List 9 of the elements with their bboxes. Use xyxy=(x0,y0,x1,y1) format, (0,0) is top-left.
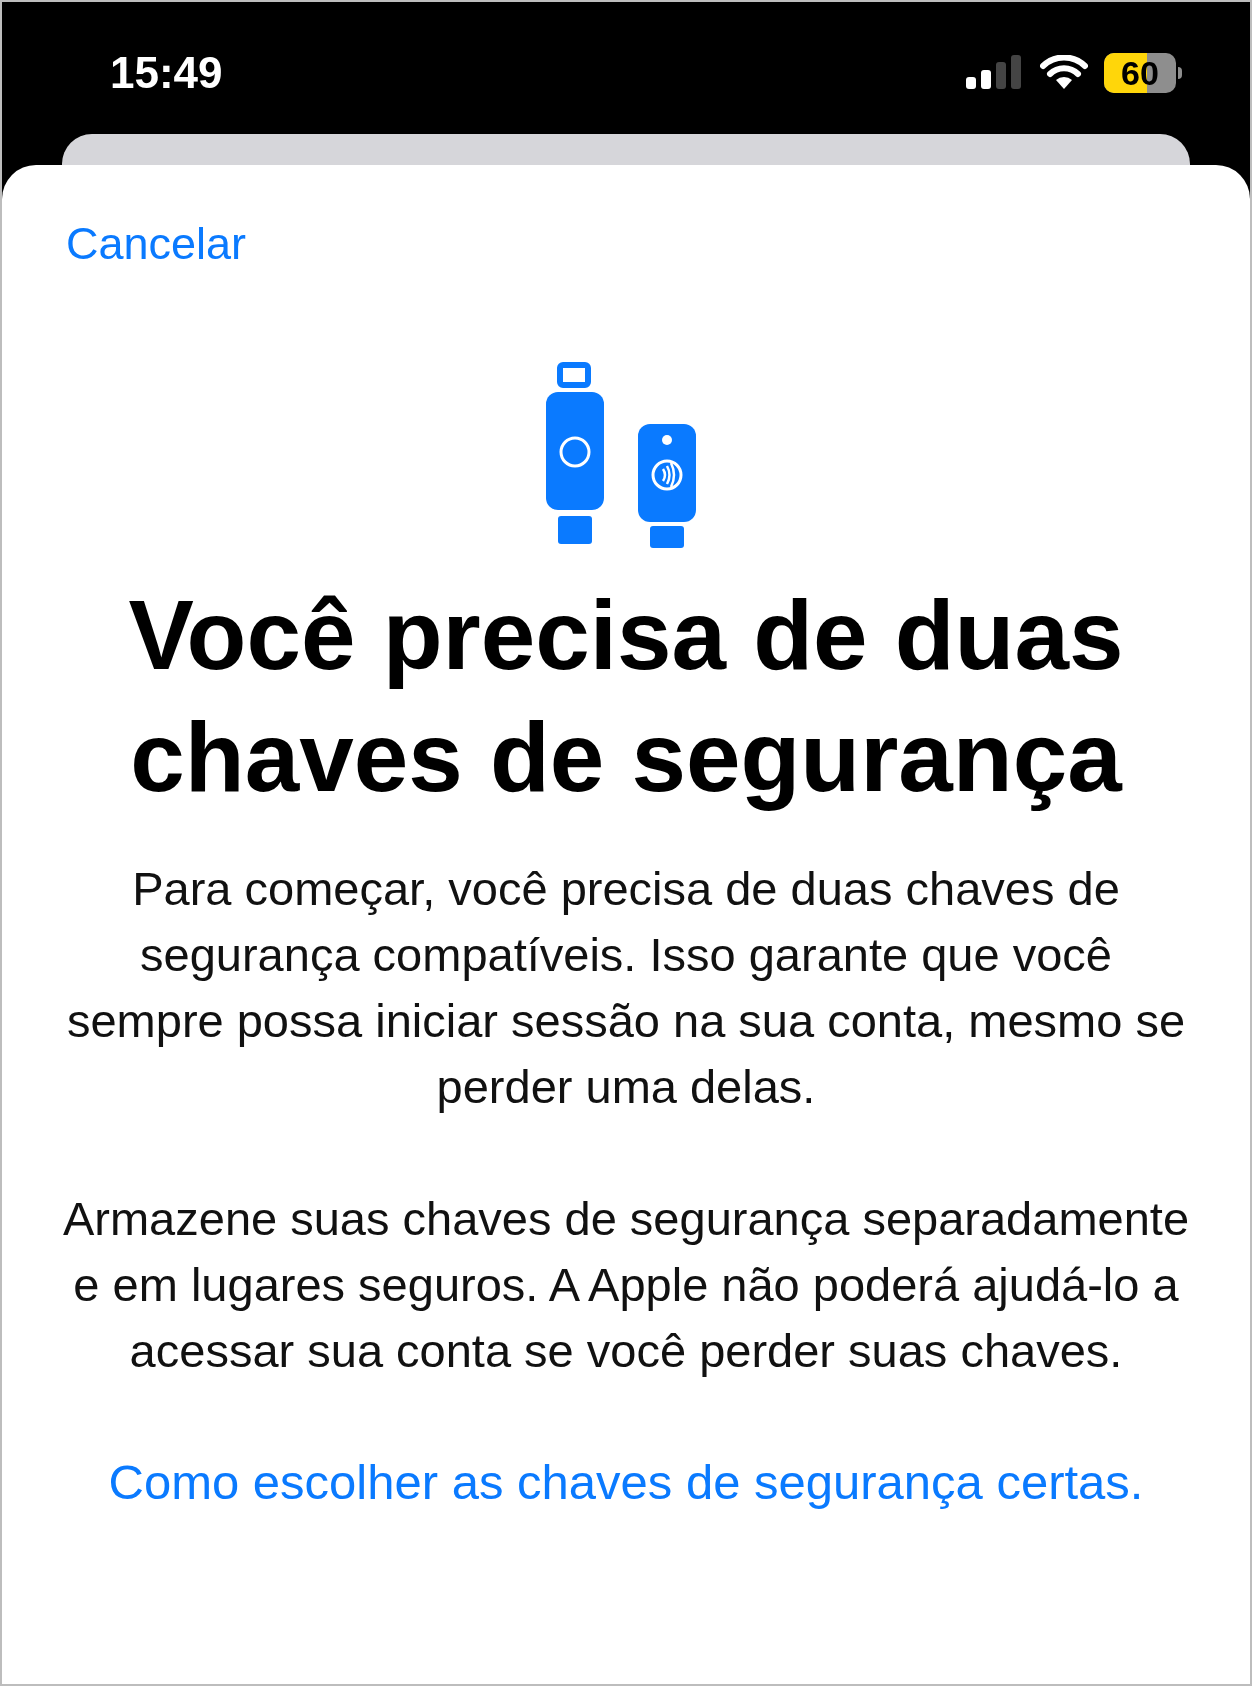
body-paragraph: Armazene suas chaves de segurança separadamente e em lugares seguros. A Apple não poderá ajudá-lo a acessar sua conta se você perder suas chaves. xyxy=(61,1191,1191,1379)
cancel-button[interactable]: Cancelar xyxy=(66,221,247,266)
body-paragraph: Para começar, você precisa de duas chaves de segurança compatíveis. Isso garante que você sempre possa iniciar sessão na sua conta, mesmo se perder uma delas. xyxy=(65,861,1187,1115)
battery-percentage: 60 xyxy=(1121,56,1159,90)
help-link[interactable]: Como escolher as chaves de segurança certas. xyxy=(108,1446,1144,1520)
status-time: 15:49 xyxy=(110,47,223,99)
signal-icon xyxy=(966,55,1024,91)
wifi-icon xyxy=(1040,55,1088,91)
page-title: Você precisa de duas chaves de segurança xyxy=(127,579,1125,814)
